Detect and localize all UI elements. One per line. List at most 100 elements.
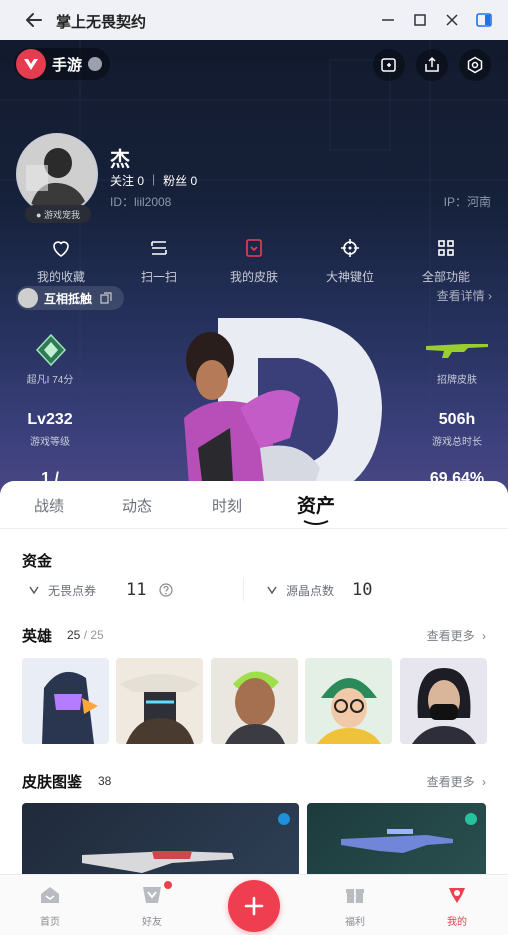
tab-assets[interactable]: 资产 (297, 491, 335, 518)
view-details-link[interactable]: 查看详情 › (437, 287, 492, 304)
back-arrow-icon[interactable] (22, 8, 46, 32)
hero-portrait (225, 671, 285, 744)
heroes-total: / 25 (83, 628, 104, 642)
quick-action-label: 扫一扫 (140, 270, 177, 284)
tab-bar: 战绩 动态 时刻 资产 (0, 481, 508, 529)
ip-location: IP：河南 (443, 195, 491, 209)
swap-icon (88, 57, 103, 71)
rank-badge-icon (35, 333, 67, 367)
nav-home[interactable]: 首页 (20, 883, 80, 928)
tab-record[interactable]: 战绩 (34, 495, 64, 516)
heart-icon (53, 241, 69, 257)
skins-more-link[interactable]: 查看更多 › (427, 773, 486, 790)
quick-action-favorites[interactable]: 我的收藏 (21, 236, 101, 285)
fund-points: 无畏点券 11 (28, 580, 173, 600)
quick-action-scan[interactable]: 扫一扫 (119, 236, 199, 285)
playtime-value: 506h (438, 411, 476, 428)
share-icon (425, 56, 439, 72)
crystal-icon (267, 586, 277, 595)
quick-action-all[interactable]: 全部功能 (406, 236, 486, 285)
friends-icon (143, 887, 161, 903)
following-count[interactable]: 关注 0 (110, 172, 144, 189)
settings-hex-icon (467, 56, 483, 74)
skins-count: 38 (98, 774, 112, 788)
more-label: 查看更多 (426, 775, 475, 789)
skins-title: 皮肤图鉴 (22, 774, 83, 791)
hero-card[interactable] (116, 658, 203, 744)
settings-button[interactable] (459, 49, 491, 81)
notification-dot (164, 881, 172, 889)
grid-icon (438, 240, 454, 256)
points-icon (29, 586, 39, 595)
hero-card[interactable] (305, 658, 392, 744)
skin-card[interactable] (307, 803, 486, 874)
quick-action-skins[interactable]: 我的皮肤 (214, 236, 294, 285)
nav-friends[interactable]: 好友 (122, 883, 182, 928)
valorant-logo-icon (16, 49, 46, 79)
nav-label: 好友 (142, 917, 162, 928)
hero-portrait (42, 671, 98, 744)
sidebar-toggle-icon[interactable] (474, 10, 494, 30)
tab-feed[interactable]: 动态 (122, 495, 152, 516)
fund-divider (243, 577, 244, 601)
nav-rewards[interactable]: 福利 (325, 883, 385, 928)
chevron-right-icon: › (482, 629, 486, 643)
game-mode-label: 手游 (52, 56, 83, 74)
hero-card[interactable] (400, 658, 487, 744)
maximize-icon[interactable] (410, 10, 430, 30)
skin-card[interactable] (22, 803, 299, 874)
rifle-skin-icon (426, 344, 488, 358)
window-titlebar: 掌上无畏契约 (0, 0, 508, 40)
fans-count[interactable]: 粉丝 0 (163, 172, 197, 189)
home-icon (41, 887, 59, 903)
content-sheet: 战绩 动态 时刻 资产 资金 无畏点券 11 源晶点数 10 英雄 25 / 2… (0, 481, 508, 874)
copy-icon (100, 292, 112, 304)
fund-label: 源晶点数 (286, 583, 335, 598)
fund-value: 11 (126, 580, 147, 600)
interaction-avatar (18, 288, 38, 308)
signature-skin-label: 招牌皮肤 (437, 375, 477, 386)
rank-label: 超凡I 74分 (26, 375, 74, 386)
interaction-label: 互相抵触 (44, 291, 93, 306)
tab-moments[interactable]: 时刻 (212, 495, 242, 516)
skin-icon (246, 239, 262, 257)
hero-portrait (317, 678, 381, 744)
fund-crystals: 源晶点数 10 (266, 580, 373, 600)
user-id: ID：liil2008 (110, 195, 172, 209)
nav-profile[interactable]: 我的 (427, 883, 487, 928)
heroes-more-link[interactable]: 查看更多 › (427, 627, 486, 644)
funds-title: 资金 (22, 553, 53, 570)
chevron-right-icon: › (482, 775, 486, 789)
hero-card[interactable] (211, 658, 298, 744)
level-label: 游戏等级 (30, 437, 70, 448)
mutual-interaction-chip[interactable]: 互相抵触 (16, 286, 124, 310)
share-button[interactable] (416, 49, 448, 81)
quick-action-label: 全部功能 (421, 270, 470, 284)
fund-label: 无畏点券 (48, 583, 97, 598)
help-icon[interactable] (158, 583, 173, 597)
username: 杰 (110, 149, 130, 171)
follow-separator: | (152, 172, 156, 186)
heroes-owned: 25 (67, 628, 81, 642)
game-mode-switch[interactable]: 手游 (14, 48, 110, 80)
minimize-icon[interactable] (378, 10, 398, 30)
window-title: 掌上无畏契约 (56, 14, 147, 31)
avatar[interactable] (16, 133, 98, 215)
bottom-navigation: 首页 好友 福利 我的 (0, 874, 508, 935)
hero-portrait (412, 668, 476, 744)
edit-card-button[interactable] (373, 49, 405, 81)
quick-action-label: 大神键位 (325, 270, 374, 284)
quick-action-label: 我的皮肤 (229, 270, 278, 284)
heroes-count: 25 / 25 (67, 628, 104, 642)
create-post-button[interactable] (228, 880, 280, 932)
hero-card[interactable] (22, 658, 109, 744)
agent-artwork (184, 318, 382, 500)
active-tab-indicator (303, 520, 329, 525)
nav-label: 我的 (447, 917, 467, 928)
nav-label: 首页 (40, 917, 60, 928)
hero-portrait (120, 674, 200, 744)
skin-weapon-image (341, 813, 477, 853)
quick-action-keymap[interactable]: 大神键位 (310, 236, 390, 285)
profile-hero: 手游 ● 游戏宠我 杰 关注 0 | 粉丝 0 ID：liil2008 IP：河… (0, 40, 508, 500)
close-icon[interactable] (442, 10, 462, 30)
